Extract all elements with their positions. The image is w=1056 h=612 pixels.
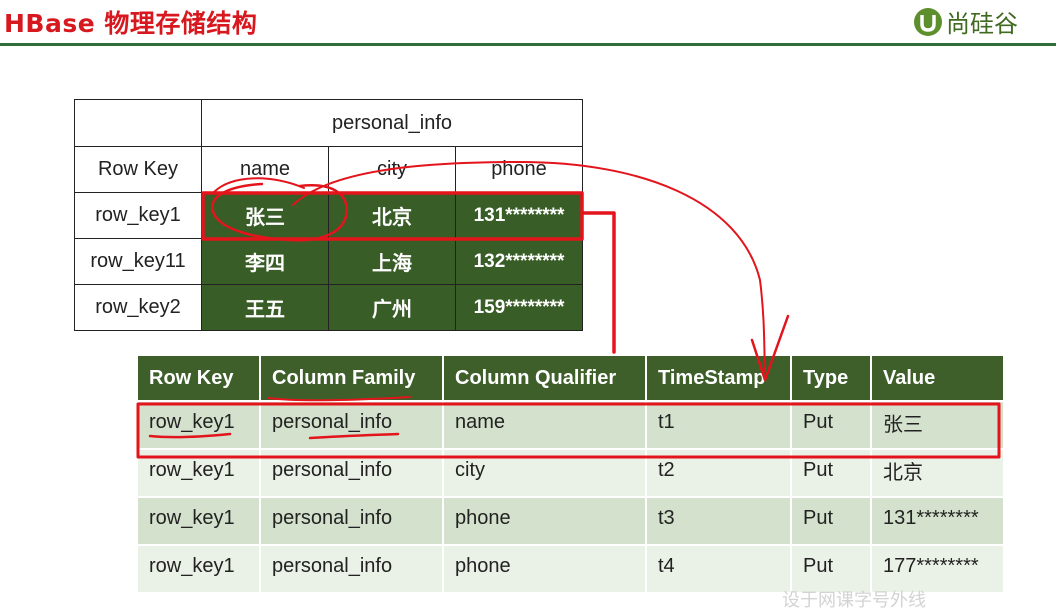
cell-timestamp: t3 bbox=[646, 496, 792, 545]
cell-column-family: personal_info bbox=[260, 544, 444, 592]
data-cell: 李四 bbox=[201, 238, 329, 285]
data-cell: 132******** bbox=[455, 238, 583, 285]
header-timestamp: TimeStamp bbox=[646, 356, 792, 401]
header-divider bbox=[0, 43, 1056, 46]
cell-row-key: row_key1 bbox=[138, 496, 261, 545]
brand-name: 尚硅谷 bbox=[946, 10, 1018, 38]
connector-line bbox=[580, 211, 616, 354]
cell-value: 177******** bbox=[871, 544, 1003, 592]
data-cell: 王五 bbox=[201, 284, 329, 331]
table-row: row_key1 personal_info phone t3 Put 131*… bbox=[138, 496, 1003, 545]
corner-cell bbox=[74, 99, 202, 147]
cell-column-family: personal_info bbox=[260, 496, 444, 545]
brand-logo: 尚硅谷 bbox=[914, 4, 1018, 39]
cell-qualifier: name bbox=[443, 400, 647, 449]
cell-column-family: personal_info bbox=[260, 400, 444, 449]
cell-type: Put bbox=[791, 496, 872, 545]
rowkey-header: Row Key bbox=[74, 146, 202, 193]
data-cell: 131******** bbox=[455, 192, 583, 239]
cell-value: 北京 bbox=[871, 448, 1003, 497]
row-key-cell: row_key1 bbox=[74, 192, 202, 239]
header-type: Type bbox=[791, 356, 872, 401]
cell-qualifier: city bbox=[443, 448, 647, 497]
column-family-header: personal_info bbox=[201, 99, 583, 147]
data-cell: 上海 bbox=[328, 238, 456, 285]
cell-qualifier: phone bbox=[443, 544, 647, 592]
cell-qualifier: phone bbox=[443, 496, 647, 545]
table-row: row_key1 personal_info name t1 Put 张三 bbox=[138, 400, 1003, 449]
table-row: row_key1 personal_info city t2 Put 北京 bbox=[138, 448, 1003, 497]
cell-timestamp: t4 bbox=[646, 544, 792, 592]
data-cell: 159******** bbox=[455, 284, 583, 331]
row-key-cell: row_key2 bbox=[74, 284, 202, 331]
watermark: 设于网课字号外线 bbox=[782, 590, 926, 611]
page-title: HBase 物理存储结构 bbox=[4, 9, 258, 38]
cell-row-key: row_key1 bbox=[138, 448, 261, 497]
cell-type: Put bbox=[791, 400, 872, 449]
cell-type: Put bbox=[791, 448, 872, 497]
cell-value: 131******** bbox=[871, 496, 1003, 545]
data-cell: 北京 bbox=[328, 192, 456, 239]
table-row: row_key1 personal_info phone t4 Put 177*… bbox=[138, 544, 1003, 592]
header-column-family: Column Family bbox=[260, 356, 444, 401]
cell-timestamp: t2 bbox=[646, 448, 792, 497]
data-cell: 广州 bbox=[328, 284, 456, 331]
cell-row-key: row_key1 bbox=[138, 544, 261, 592]
row-key-cell: row_key11 bbox=[74, 238, 202, 285]
cell-value: 张三 bbox=[871, 400, 1003, 449]
header-column-qualifier: Column Qualifier bbox=[443, 356, 647, 401]
header-value: Value bbox=[871, 356, 1003, 401]
physical-table: Row Key Column Family Column Qualifier T… bbox=[138, 356, 1003, 592]
column-header: name bbox=[201, 146, 329, 193]
header-row-key: Row Key bbox=[138, 356, 261, 401]
logo-icon bbox=[914, 7, 942, 36]
data-cell: 张三 bbox=[201, 192, 329, 239]
cell-timestamp: t1 bbox=[646, 400, 792, 449]
column-header: phone bbox=[455, 146, 583, 193]
cell-column-family: personal_info bbox=[260, 448, 444, 497]
logical-table: personal_info Row Key name city phone ro… bbox=[74, 99, 583, 331]
cell-type: Put bbox=[791, 544, 872, 592]
cell-row-key: row_key1 bbox=[138, 400, 261, 449]
column-header: city bbox=[328, 146, 456, 193]
